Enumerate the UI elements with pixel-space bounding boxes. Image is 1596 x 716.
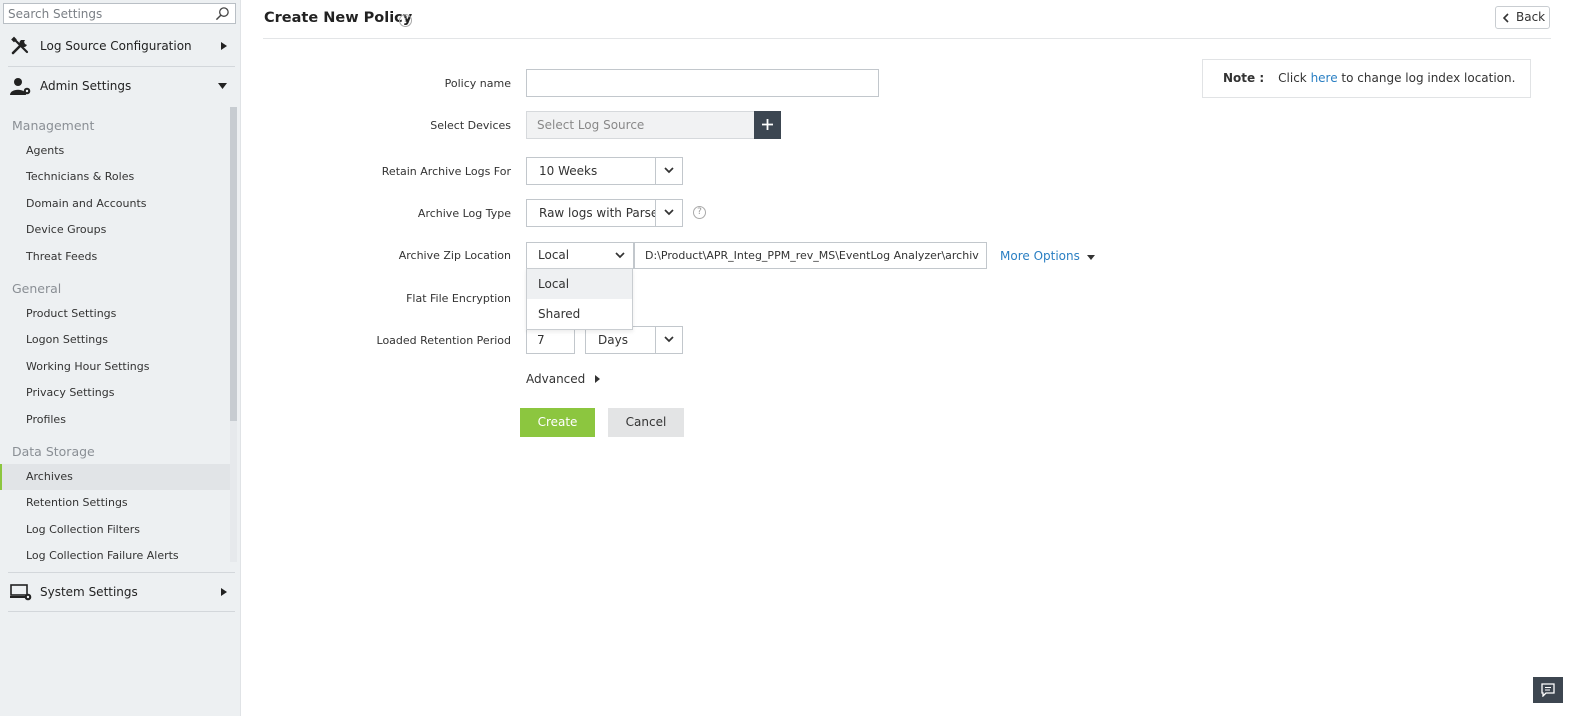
archive-zip-location-label: Archive Zip Location <box>398 249 511 262</box>
dropdown-option-shared[interactable]: Shared <box>527 299 632 329</box>
sidebar-scrollbar-thumb[interactable] <box>230 107 237 421</box>
sidebar-item-domain-accounts[interactable]: Domain and Accounts <box>0 191 230 217</box>
note-suffix: to change log index location. <box>1337 71 1516 85</box>
page-title: Create New Policy <box>264 10 413 26</box>
retention-value-input[interactable]: 7 <box>526 326 575 354</box>
chevron-down-icon <box>664 336 674 343</box>
nav-group-title: Data Storage <box>12 444 95 459</box>
select-devices-label: Select Devices <box>430 119 511 132</box>
user-gear-icon <box>10 78 31 95</box>
sidebar: Log Source Configuration Admin Settings … <box>0 0 241 716</box>
nav-group-title: General <box>12 281 62 296</box>
select-log-source-input[interactable]: Select Log Source <box>526 111 755 139</box>
search-box <box>3 3 236 24</box>
sidebar-section-log-source-configuration[interactable]: Log Source Configuration <box>0 27 241 65</box>
monitor-gear-icon <box>10 584 32 601</box>
caret-down-icon <box>218 83 227 89</box>
zip-location-value: Local <box>538 248 570 262</box>
caret-right-icon <box>221 42 227 50</box>
help-icon[interactable]: ? <box>399 14 412 27</box>
sidebar-item-log-collection-failure-alerts[interactable]: Log Collection Failure Alerts <box>0 543 230 569</box>
dropdown-option-local[interactable]: Local <box>527 269 632 299</box>
caret-right-icon <box>595 375 601 383</box>
sidebar-item-logon-settings[interactable]: Logon Settings <box>0 327 230 353</box>
advanced-toggle[interactable]: Advanced <box>526 372 601 386</box>
sidebar-item-archives[interactable]: Archives <box>0 464 230 490</box>
retain-period-select[interactable]: 10 Weeks <box>526 157 683 185</box>
retention-unit-select[interactable]: Days <box>585 326 683 354</box>
archive-path-input[interactable]: D:\Product\APR_Integ_PPM_rev_MS\EventLog… <box>634 242 987 269</box>
sidebar-item-agents[interactable]: Agents <box>0 138 230 164</box>
note-label: Note : <box>1223 71 1265 85</box>
note-box: Note : Click here to change log index loc… <box>1202 59 1531 98</box>
flat-file-encryption-label: Flat File Encryption <box>406 292 511 305</box>
sidebar-section-admin-settings[interactable]: Admin Settings <box>0 67 241 105</box>
select-arrow <box>655 200 682 226</box>
zip-location-dropdown: Local Shared <box>526 268 633 330</box>
retain-archive-label: Retain Archive Logs For <box>381 165 511 178</box>
divider <box>8 611 235 612</box>
search-input[interactable] <box>4 4 209 23</box>
caret-down-icon <box>1086 255 1095 260</box>
sidebar-section-label: System Settings <box>40 585 138 599</box>
retention-unit-value: Days <box>598 333 628 347</box>
sidebar-item-working-hour-settings[interactable]: Working Hour Settings <box>0 354 230 380</box>
add-device-button[interactable] <box>754 111 781 139</box>
zip-location-select[interactable]: Local <box>526 242 634 269</box>
archive-log-type-value: Raw logs with Parsed <box>539 206 666 220</box>
chat-button[interactable] <box>1533 677 1563 703</box>
loaded-retention-label: Loaded Retention Period <box>376 334 511 347</box>
policy-name-input[interactable] <box>526 69 879 97</box>
sidebar-item-threat-feeds[interactable]: Threat Feeds <box>0 244 230 270</box>
retain-period-value: 10 Weeks <box>539 164 598 178</box>
sidebar-item-log-collection-filters[interactable]: Log Collection Filters <box>0 517 230 543</box>
policy-name-label: Policy name <box>444 77 511 90</box>
archive-log-type-select[interactable]: Raw logs with Parsed <box>526 199 683 227</box>
select-arrow <box>655 327 682 353</box>
sidebar-item-technicians-roles[interactable]: Technicians & Roles <box>0 164 230 190</box>
advanced-label: Advanced <box>526 372 586 386</box>
sidebar-section-label: Admin Settings <box>40 79 132 93</box>
sidebar-item-profiles[interactable]: Profiles <box>0 407 230 433</box>
sidebar-item-retention-settings[interactable]: Retention Settings <box>0 490 230 516</box>
log-type-help-icon[interactable]: ? <box>693 206 706 219</box>
chevron-down-icon <box>664 167 674 174</box>
more-options-link[interactable]: More Options <box>1000 249 1095 263</box>
change-index-location-link[interactable]: here <box>1311 71 1338 85</box>
cancel-button[interactable]: Cancel <box>608 408 684 437</box>
create-button[interactable]: Create <box>520 408 595 437</box>
sidebar-nav: Management Agents Technicians & Roles Do… <box>0 107 241 568</box>
plus-icon <box>762 119 773 130</box>
select-arrow <box>655 158 682 184</box>
tools-icon <box>11 36 29 55</box>
archive-log-type-label: Archive Log Type <box>417 207 511 220</box>
chat-icon <box>1541 683 1555 697</box>
sidebar-section-label: Log Source Configuration <box>40 39 192 53</box>
caret-right-icon <box>221 588 227 596</box>
nav-group-title: Management <box>12 118 95 133</box>
sidebar-item-device-groups[interactable]: Device Groups <box>0 217 230 243</box>
chevron-down-icon <box>664 209 674 216</box>
back-label: Back <box>1516 10 1546 24</box>
chevron-down-icon <box>615 252 625 259</box>
more-options-label: More Options <box>1000 249 1080 263</box>
search-icon[interactable] <box>215 6 230 21</box>
chevron-left-icon <box>1503 13 1509 23</box>
back-button[interactable]: Back <box>1495 6 1550 29</box>
sidebar-section-system-settings[interactable]: System Settings <box>0 573 241 611</box>
sidebar-item-product-settings[interactable]: Product Settings <box>0 301 230 327</box>
sidebar-item-privacy-settings[interactable]: Privacy Settings <box>0 380 230 406</box>
title-divider <box>263 38 1551 39</box>
note-prefix: Click <box>1278 71 1311 85</box>
